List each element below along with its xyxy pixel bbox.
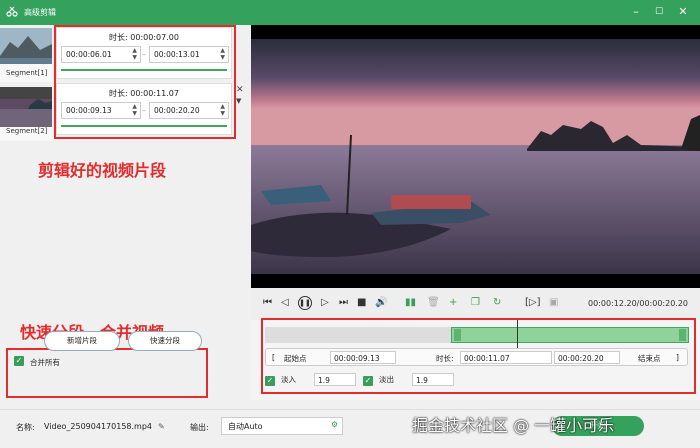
trim-editor: [ 起始点 00:00:09.13 时长: 00:00:11.07 00:00:… (251, 318, 700, 400)
output-label: 输出: (190, 423, 209, 432)
step-back-icon[interactable]: ◁ (281, 297, 289, 309)
copy-icon[interactable]: ❐ (471, 297, 480, 309)
add-icon[interactable]: + (449, 297, 457, 309)
window-title: 高级剪辑 (24, 8, 56, 17)
segment-label: Segment[2] (6, 127, 48, 135)
volume-icon[interactable]: 🔊 (375, 297, 387, 309)
split-merge-highlight-box (6, 348, 208, 398)
video-preview[interactable] (251, 25, 700, 288)
maximize-icon[interactable]: ☐ (652, 5, 666, 19)
step-forward-icon[interactable]: ▷ (321, 297, 329, 309)
segment-panel: Segment[1] 时长: 00:00:07.00 00:00:06.01 ▲… (0, 25, 250, 409)
segment-highlight-box (54, 25, 236, 139)
redo-icon[interactable]: ↻ (493, 297, 501, 309)
merge-all-checkbox[interactable]: ✓ (14, 356, 24, 366)
editor-highlight-box (261, 318, 696, 394)
name-label: 名称: (16, 423, 35, 432)
title-bar: 高级剪辑 – ☐ ✕ (0, 0, 700, 25)
player-controls: ⏮ ◁ ❚❚ ▷ ⏭ ■ 🔊 ▮▮ 🗑 + ❐ ↻ [▷] ▣ 00:00:12… (251, 288, 700, 320)
player-timecode: 00:00:12.20/00:00:20.20 (588, 299, 688, 308)
split-icon[interactable]: ▮▮ (405, 297, 416, 309)
edit-name-icon[interactable]: ✎ (158, 422, 165, 431)
pause-icon[interactable]: ❚❚ (298, 296, 312, 310)
delete-icon[interactable]: 🗑 (427, 297, 440, 309)
segments-annotation: 剪辑好的视频片段 (38, 161, 167, 180)
watermark: 掘金技术社区 @ 一罐小可乐 (412, 416, 615, 435)
add-segment-button[interactable]: 新增片段 (44, 331, 120, 351)
skip-end-icon[interactable]: ⏭ (339, 297, 348, 309)
gear-icon[interactable]: ⚙ (331, 420, 338, 429)
stop-icon[interactable]: ■ (357, 297, 366, 309)
mark-in-icon[interactable]: [▷] (525, 297, 541, 309)
remove-segment-icon[interactable]: ✕ (236, 85, 244, 95)
output-filename: Video_250904170158.mp4 (44, 422, 152, 431)
chevron-down-icon[interactable]: ▼ (236, 97, 241, 105)
output-select[interactable]: 自动Auto ⚙ (221, 417, 343, 435)
segment-label: Segment[1] (6, 69, 48, 77)
quick-split-button[interactable]: 快速分段 (128, 331, 202, 351)
snapshot-icon[interactable]: ▣ (549, 297, 558, 309)
minimize-icon[interactable]: – (629, 5, 643, 19)
app-logo-icon (6, 6, 18, 17)
skip-start-icon[interactable]: ⏮ (263, 297, 272, 309)
merge-all-label: 合并所有 (30, 358, 60, 367)
close-window-icon[interactable]: ✕ (676, 5, 690, 19)
